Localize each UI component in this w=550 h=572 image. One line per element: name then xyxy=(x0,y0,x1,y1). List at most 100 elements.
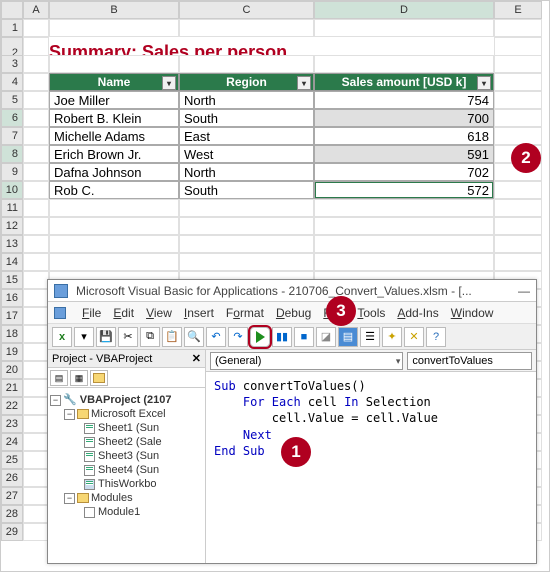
row-header-14[interactable]: 14 xyxy=(1,253,23,271)
vbe-title-text: Microsoft Visual Basic for Applications … xyxy=(76,284,472,298)
object-dropdown[interactable]: (General)▾ xyxy=(210,352,403,370)
menu-tools[interactable]: Tools xyxy=(357,306,385,320)
table-cell[interactable]: Dafna Johnson xyxy=(49,163,179,181)
row-header-20[interactable]: 20 xyxy=(1,361,23,379)
table-cell[interactable]: Erich Brown Jr. xyxy=(49,145,179,163)
table-cell[interactable]: 700 xyxy=(314,109,494,127)
row-header-28[interactable]: 28 xyxy=(1,505,23,523)
row-header-27[interactable]: 27 xyxy=(1,487,23,505)
toolbar-redo-icon[interactable]: ↷ xyxy=(228,327,248,347)
row-header-5[interactable]: 5 xyxy=(1,91,23,109)
row-header-13[interactable]: 13 xyxy=(1,235,23,253)
table-cell[interactable]: Rob C. xyxy=(49,181,179,199)
table-cell[interactable]: South xyxy=(179,109,314,127)
row-header-12[interactable]: 12 xyxy=(1,217,23,235)
col-header-E[interactable]: E xyxy=(494,1,542,19)
row-header-18[interactable]: 18 xyxy=(1,325,23,343)
table-header-amount: Sales amount [USD k]▾ xyxy=(314,73,494,91)
row-header-21[interactable]: 21 xyxy=(1,379,23,397)
table-cell[interactable]: North xyxy=(179,163,314,181)
table-cell[interactable]: 754 xyxy=(314,91,494,109)
view-code-icon[interactable]: ▤ xyxy=(50,370,68,386)
table-cell[interactable]: Joe Miller xyxy=(49,91,179,109)
table-cell[interactable]: 591 xyxy=(314,145,494,163)
table-cell[interactable]: West xyxy=(179,145,314,163)
toolbar-break-icon[interactable]: ▮▮ xyxy=(272,327,292,347)
row-header-26[interactable]: 26 xyxy=(1,469,23,487)
toolbar-properties-icon[interactable]: ☰ xyxy=(360,327,380,347)
toolbar-toolbox-icon[interactable]: ✕ xyxy=(404,327,424,347)
project-explorer-title: Project - VBAProject ✕ xyxy=(48,350,205,368)
menu-view[interactable]: View xyxy=(146,306,172,320)
toolbar-excel-icon[interactable]: x xyxy=(52,327,72,347)
menu-file[interactable]: File xyxy=(82,306,101,320)
callout-badge-3: 3 xyxy=(326,296,356,326)
toolbar-project-icon[interactable]: ▤ xyxy=(338,327,358,347)
row-header-22[interactable]: 22 xyxy=(1,397,23,415)
table-cell[interactable]: 618 xyxy=(314,127,494,145)
row-header-8[interactable]: 8 xyxy=(1,145,23,163)
col-header-B[interactable]: B xyxy=(49,1,179,19)
col-header-D[interactable]: D xyxy=(314,1,494,19)
menu-addins[interactable]: Add-Ins xyxy=(397,306,438,320)
menu-window[interactable]: Window xyxy=(451,306,494,320)
row-header-4[interactable]: 4 xyxy=(1,73,23,91)
table-header-name: Name▾ xyxy=(49,73,179,91)
toolbar-dropdown-icon[interactable]: ▾ xyxy=(74,327,94,347)
callout-badge-2: 2 xyxy=(511,143,541,173)
row-header-16[interactable]: 16 xyxy=(1,289,23,307)
table-cell[interactable]: North xyxy=(179,91,314,109)
row-header-15[interactable]: 15 xyxy=(1,271,23,289)
active-cell[interactable]: 572 xyxy=(314,181,494,199)
row-header-25[interactable]: 25 xyxy=(1,451,23,469)
select-all-corner[interactable] xyxy=(1,1,23,19)
row-header-9[interactable]: 9 xyxy=(1,163,23,181)
toolbar-reset-icon[interactable]: ■ xyxy=(294,327,314,347)
row-header-6[interactable]: 6 xyxy=(1,109,23,127)
menu-format[interactable]: Format xyxy=(226,306,264,320)
toolbar-find-icon[interactable]: 🔍 xyxy=(184,327,204,347)
table-cell[interactable]: East xyxy=(179,127,314,145)
table-cell[interactable]: Michelle Adams xyxy=(49,127,179,145)
filter-icon[interactable]: ▾ xyxy=(297,76,311,90)
row-header-24[interactable]: 24 xyxy=(1,433,23,451)
row-header-23[interactable]: 23 xyxy=(1,415,23,433)
toolbar-save-icon[interactable]: 💾 xyxy=(96,327,116,347)
row-header-10[interactable]: 10 xyxy=(1,181,23,199)
vbe-toolbar: x ▾ 💾 ✂ ⧉ 📋 🔍 ↶ ↷ ▮▮ ■ ◪ ▤ ☰ ✦ ✕ ? xyxy=(48,324,536,350)
col-header-C[interactable]: C xyxy=(179,1,314,19)
toolbar-paste-icon[interactable]: 📋 xyxy=(162,327,182,347)
table-cell[interactable]: Robert B. Klein xyxy=(49,109,179,127)
table-cell[interactable]: South xyxy=(179,181,314,199)
callout-badge-1: 1 xyxy=(281,437,311,467)
procedure-dropdown[interactable]: convertToValues xyxy=(407,352,532,370)
toolbar-copy-icon[interactable]: ⧉ xyxy=(140,327,160,347)
row-header-11[interactable]: 11 xyxy=(1,199,23,217)
menu-edit[interactable]: Edit xyxy=(113,306,134,320)
project-tree[interactable]: −🔧 VBAProject (2107 −Microsoft Excel She… xyxy=(48,388,205,563)
code-editor[interactable]: Sub convertToValues() For Each cell In S… xyxy=(206,372,536,465)
table-cell[interactable]: 702 xyxy=(314,163,494,181)
col-header-A[interactable]: A xyxy=(23,1,49,19)
toolbar-help-icon[interactable]: ? xyxy=(426,327,446,347)
row-header-17[interactable]: 17 xyxy=(1,307,23,325)
menu-debug[interactable]: Debug xyxy=(276,306,311,320)
toolbar-undo-icon[interactable]: ↶ xyxy=(206,327,226,347)
row-header-7[interactable]: 7 xyxy=(1,127,23,145)
toolbar-browser-icon[interactable]: ✦ xyxy=(382,327,402,347)
vbe-titlebar[interactable]: Microsoft Visual Basic for Applications … xyxy=(48,280,536,302)
minimize-icon[interactable]: — xyxy=(518,284,530,298)
toolbar-cut-icon[interactable]: ✂ xyxy=(118,327,138,347)
row-header-1[interactable]: 1 xyxy=(1,19,23,37)
close-icon[interactable]: ✕ xyxy=(192,352,201,365)
menu-insert[interactable]: Insert xyxy=(184,306,214,320)
filter-icon[interactable]: ▾ xyxy=(162,76,176,90)
row-header-29[interactable]: 29 xyxy=(1,523,23,541)
filter-icon[interactable]: ▾ xyxy=(477,76,491,90)
row-header-3[interactable]: 3 xyxy=(1,55,23,73)
toolbar-design-icon[interactable]: ◪ xyxy=(316,327,336,347)
row-header-19[interactable]: 19 xyxy=(1,343,23,361)
view-object-icon[interactable]: ▦ xyxy=(70,370,88,386)
toggle-folders-icon[interactable] xyxy=(90,370,108,386)
toolbar-run-icon[interactable] xyxy=(250,327,270,347)
